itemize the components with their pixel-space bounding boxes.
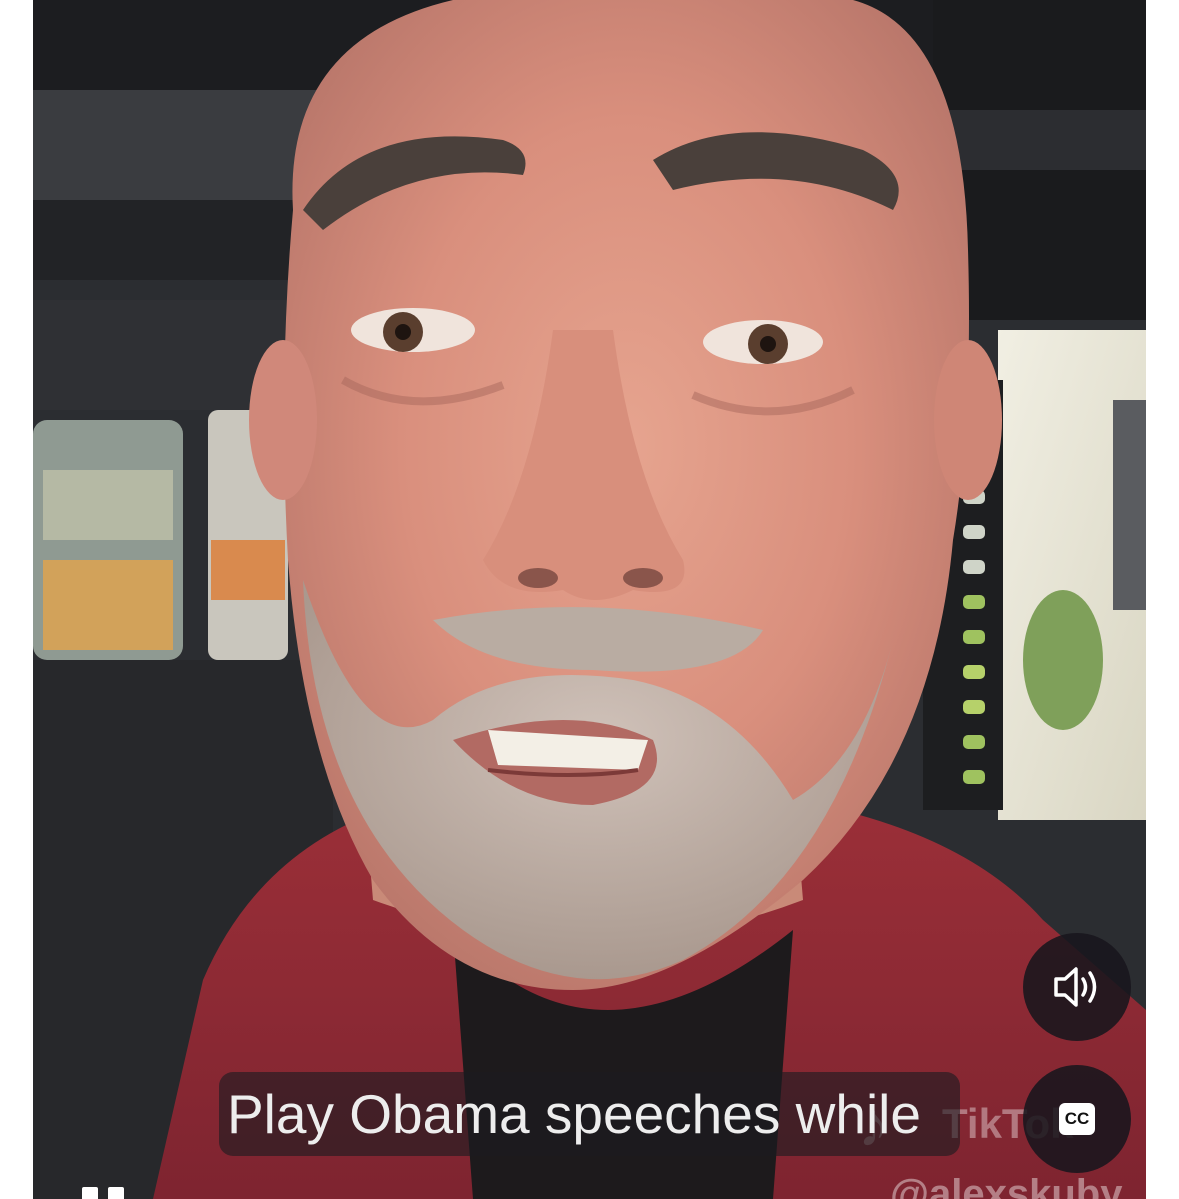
caption-text: Play Obama speeches while xyxy=(227,1083,921,1145)
pause-icon xyxy=(82,1187,98,1199)
closed-captions-button[interactable]: CC xyxy=(1023,1065,1131,1173)
cc-label: CC xyxy=(1064,1109,1090,1128)
caption-box: Play Obama speeches while xyxy=(219,1072,960,1156)
pause-button[interactable] xyxy=(76,1182,132,1199)
video-frame[interactable] xyxy=(33,0,1146,1199)
watermark-handle: @alexskuby xyxy=(890,1172,1123,1199)
speaker-icon xyxy=(1054,967,1097,1007)
video-player-page: ♪ TikTok @alexskuby Play Obama speeches … xyxy=(0,0,1179,1199)
cc-icon: CC xyxy=(1059,1103,1095,1135)
video-still-image xyxy=(33,0,1146,1199)
volume-button[interactable] xyxy=(1023,933,1131,1041)
